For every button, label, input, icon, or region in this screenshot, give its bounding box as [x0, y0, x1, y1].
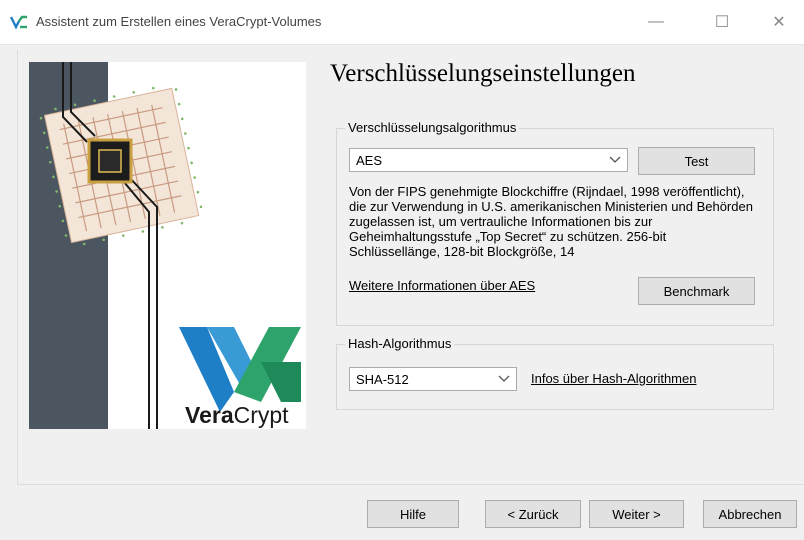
encryption-algorithm-select[interactable]: AES — [349, 148, 628, 172]
benchmark-button[interactable]: Benchmark — [638, 277, 755, 305]
chevron-down-icon — [498, 375, 510, 382]
minimize-button[interactable]: — — [634, 6, 678, 38]
encryption-group-title: Verschlüsselungsalgorithmus — [345, 120, 520, 135]
back-button[interactable]: < Zurück — [485, 500, 581, 528]
veracrypt-app-icon — [10, 15, 27, 30]
maximize-button[interactable]: ☐ — [700, 6, 744, 38]
next-button-label: Weiter > — [612, 506, 661, 522]
aes-info-link[interactable]: Weitere Informationen über AES — [349, 278, 535, 293]
logo-wordmark: VeraCrypt — [185, 402, 289, 428]
footer-separator — [17, 484, 803, 485]
help-button-label: Hilfe — [399, 506, 426, 522]
hash-info-link[interactable]: Infos über Hash-Algorithmen — [531, 371, 696, 386]
page-title: Verschlüsselungseinstellungen — [330, 60, 636, 87]
test-button-label: Test — [684, 153, 709, 169]
wizard-banner-image: VeraCrypt — [29, 62, 306, 429]
cancel-button-label: Abbrechen — [718, 506, 782, 522]
next-button[interactable]: Weiter > — [589, 500, 684, 528]
hash-group-title: Hash-Algorithmus — [345, 336, 455, 351]
maximize-icon: ☐ — [714, 14, 730, 31]
back-button-label: < Zurück — [507, 506, 559, 522]
help-button[interactable]: Hilfe — [367, 500, 459, 528]
test-button[interactable]: Test — [638, 147, 755, 175]
encryption-selected-value: AES — [356, 153, 383, 168]
hash-algorithm-select[interactable]: SHA-512 — [349, 367, 517, 391]
window-title: Assistent zum Erstellen eines VeraCrypt-… — [36, 14, 322, 29]
close-button[interactable]: ✕ — [757, 6, 801, 38]
close-icon: ✕ — [772, 14, 786, 31]
benchmark-button-label: Benchmark — [663, 283, 730, 299]
algorithm-description: Von der FIPS genehmigte Blockchiffre (Ri… — [349, 184, 753, 259]
cancel-button[interactable]: Abbrechen — [703, 500, 797, 528]
frame-line — [17, 50, 18, 484]
minimize-icon: — — [648, 13, 664, 30]
title-bar: Assistent zum Erstellen eines VeraCrypt-… — [0, 0, 804, 45]
hash-selected-value: SHA-512 — [356, 372, 409, 387]
chevron-down-icon — [609, 156, 621, 163]
banner-artwork: VeraCrypt — [29, 62, 306, 429]
